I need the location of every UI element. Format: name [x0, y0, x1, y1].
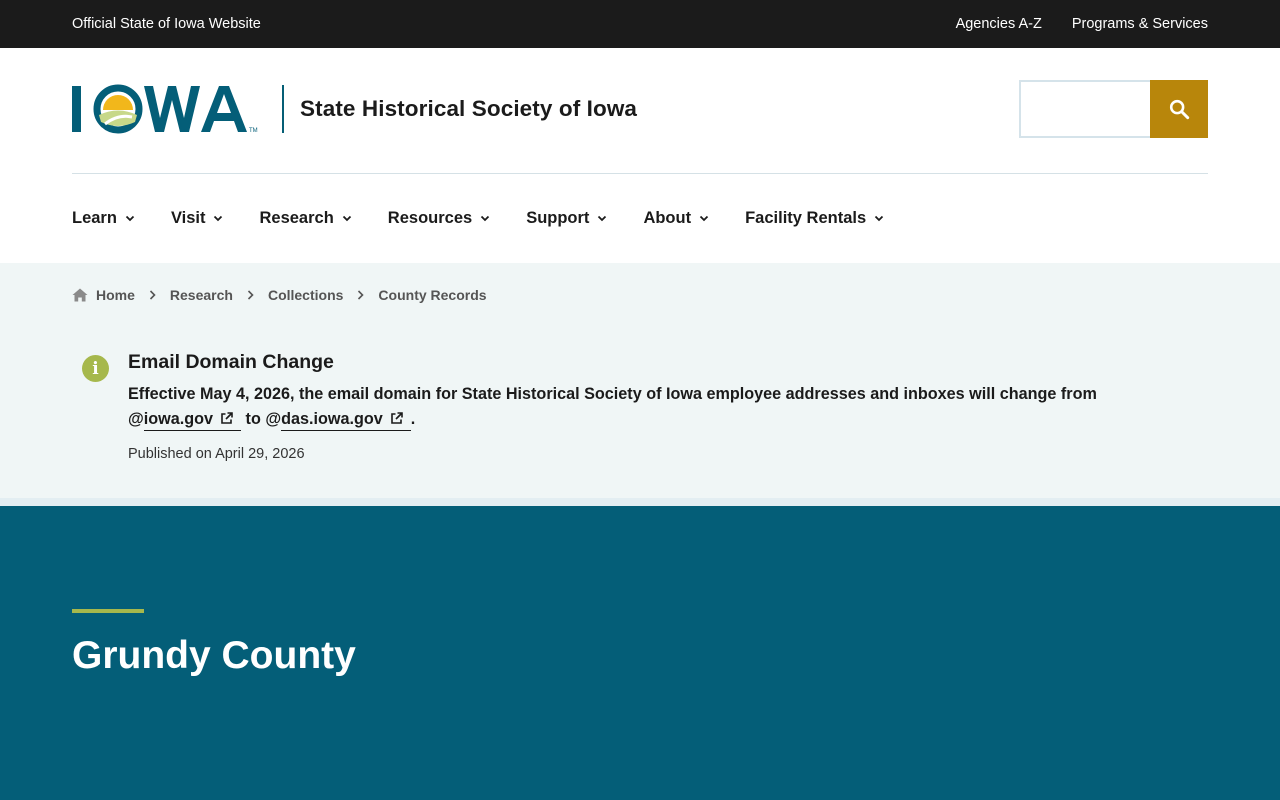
chevron-down-icon	[597, 215, 607, 222]
nav-label: Learn	[72, 209, 117, 227]
breadcrumb: Home Research Collections County Records	[72, 287, 487, 303]
chevron-down-icon	[480, 215, 490, 222]
breadcrumb-research[interactable]: Research	[170, 287, 233, 303]
nav-label: Resources	[387, 209, 473, 227]
link-label: das.iowa.gov	[281, 410, 383, 428]
logo-divider	[282, 85, 284, 133]
breadcrumb-current: County Records	[378, 287, 487, 303]
das-iowa-gov-link[interactable]: das.iowa.gov	[281, 410, 411, 431]
nav-resources[interactable]: Resources	[388, 209, 490, 228]
chevron-down-icon	[213, 215, 223, 222]
header-divider	[72, 173, 1208, 174]
official-site-label: Official State of Iowa Website	[72, 16, 261, 32]
iowa-logo: TM	[72, 84, 258, 134]
chevron-right-icon	[247, 290, 254, 300]
chevron-right-icon	[149, 290, 156, 300]
iowa-gov-link[interactable]: iowa.gov	[143, 410, 242, 431]
breadcrumb-collections[interactable]: Collections	[268, 287, 343, 303]
chevron-down-icon	[342, 215, 352, 222]
info-icon: i	[82, 355, 109, 382]
site-title[interactable]: State Historical Society of Iowa	[300, 96, 637, 122]
band-divider	[0, 498, 1280, 506]
nav-facility-rentals[interactable]: Facility Rentals	[745, 209, 884, 228]
alert-text-middle: to @	[241, 410, 282, 428]
nav-visit[interactable]: Visit	[171, 209, 224, 228]
chevron-down-icon	[874, 215, 884, 222]
nav-label: Research	[259, 209, 334, 227]
logo-link[interactable]: TM State Historical Society of Iowa	[72, 84, 637, 134]
alert-title: Email Domain Change	[128, 351, 334, 373]
utility-bar: Official State of Iowa Website Agencies …	[0, 0, 1280, 48]
alert-body: Email Domain Change Effective May 4, 202…	[128, 351, 1118, 462]
nav-research[interactable]: Research	[259, 209, 351, 228]
search-button[interactable]	[1150, 80, 1208, 138]
programs-services-link[interactable]: Programs & Services	[1072, 16, 1208, 32]
site-header: TM State Historical Society of Iowa	[0, 48, 1280, 174]
chevron-down-icon	[699, 215, 709, 222]
page-hero: Grundy County	[0, 506, 1280, 800]
nav-about[interactable]: About	[643, 209, 709, 228]
nav-label: About	[643, 209, 692, 227]
info-icon-letter: i	[92, 358, 99, 379]
breadcrumb-alert-region: Home Research Collections County Records…	[0, 263, 1280, 506]
nav-label: Facility Rentals	[745, 209, 867, 227]
nav-label: Visit	[170, 209, 206, 227]
search-form	[1019, 80, 1208, 138]
alert-message: Effective May 4, 2026, the email domain …	[128, 382, 1118, 432]
nav-learn[interactable]: Learn	[72, 209, 135, 228]
alert-banner: i Email Domain Change Effective May 4, 2…	[82, 351, 1122, 462]
alert-published-date: Published on April 29, 2026	[128, 446, 305, 462]
agencies-link[interactable]: Agencies A-Z	[956, 16, 1042, 32]
nav-support[interactable]: Support	[526, 209, 607, 228]
external-link-icon	[221, 412, 233, 424]
breadcrumb-home[interactable]: Home	[96, 287, 135, 303]
page-title: Grundy County	[72, 634, 356, 677]
search-input[interactable]	[1019, 80, 1150, 138]
home-icon	[72, 288, 88, 302]
main-navigation: Learn Visit Research Resources Support A…	[0, 174, 1280, 263]
alert-text-after: .	[410, 410, 416, 428]
external-link-icon	[390, 412, 403, 424]
chevron-down-icon	[125, 215, 135, 222]
search-icon	[1169, 99, 1190, 120]
trademark-mark: TM	[249, 128, 258, 134]
chevron-right-icon	[357, 290, 365, 300]
utility-links: Agencies A-Z Programs & Services	[956, 16, 1208, 32]
hero-accent-bar	[72, 609, 144, 613]
nav-label: Support	[526, 209, 590, 227]
link-label: iowa.gov	[143, 410, 214, 428]
